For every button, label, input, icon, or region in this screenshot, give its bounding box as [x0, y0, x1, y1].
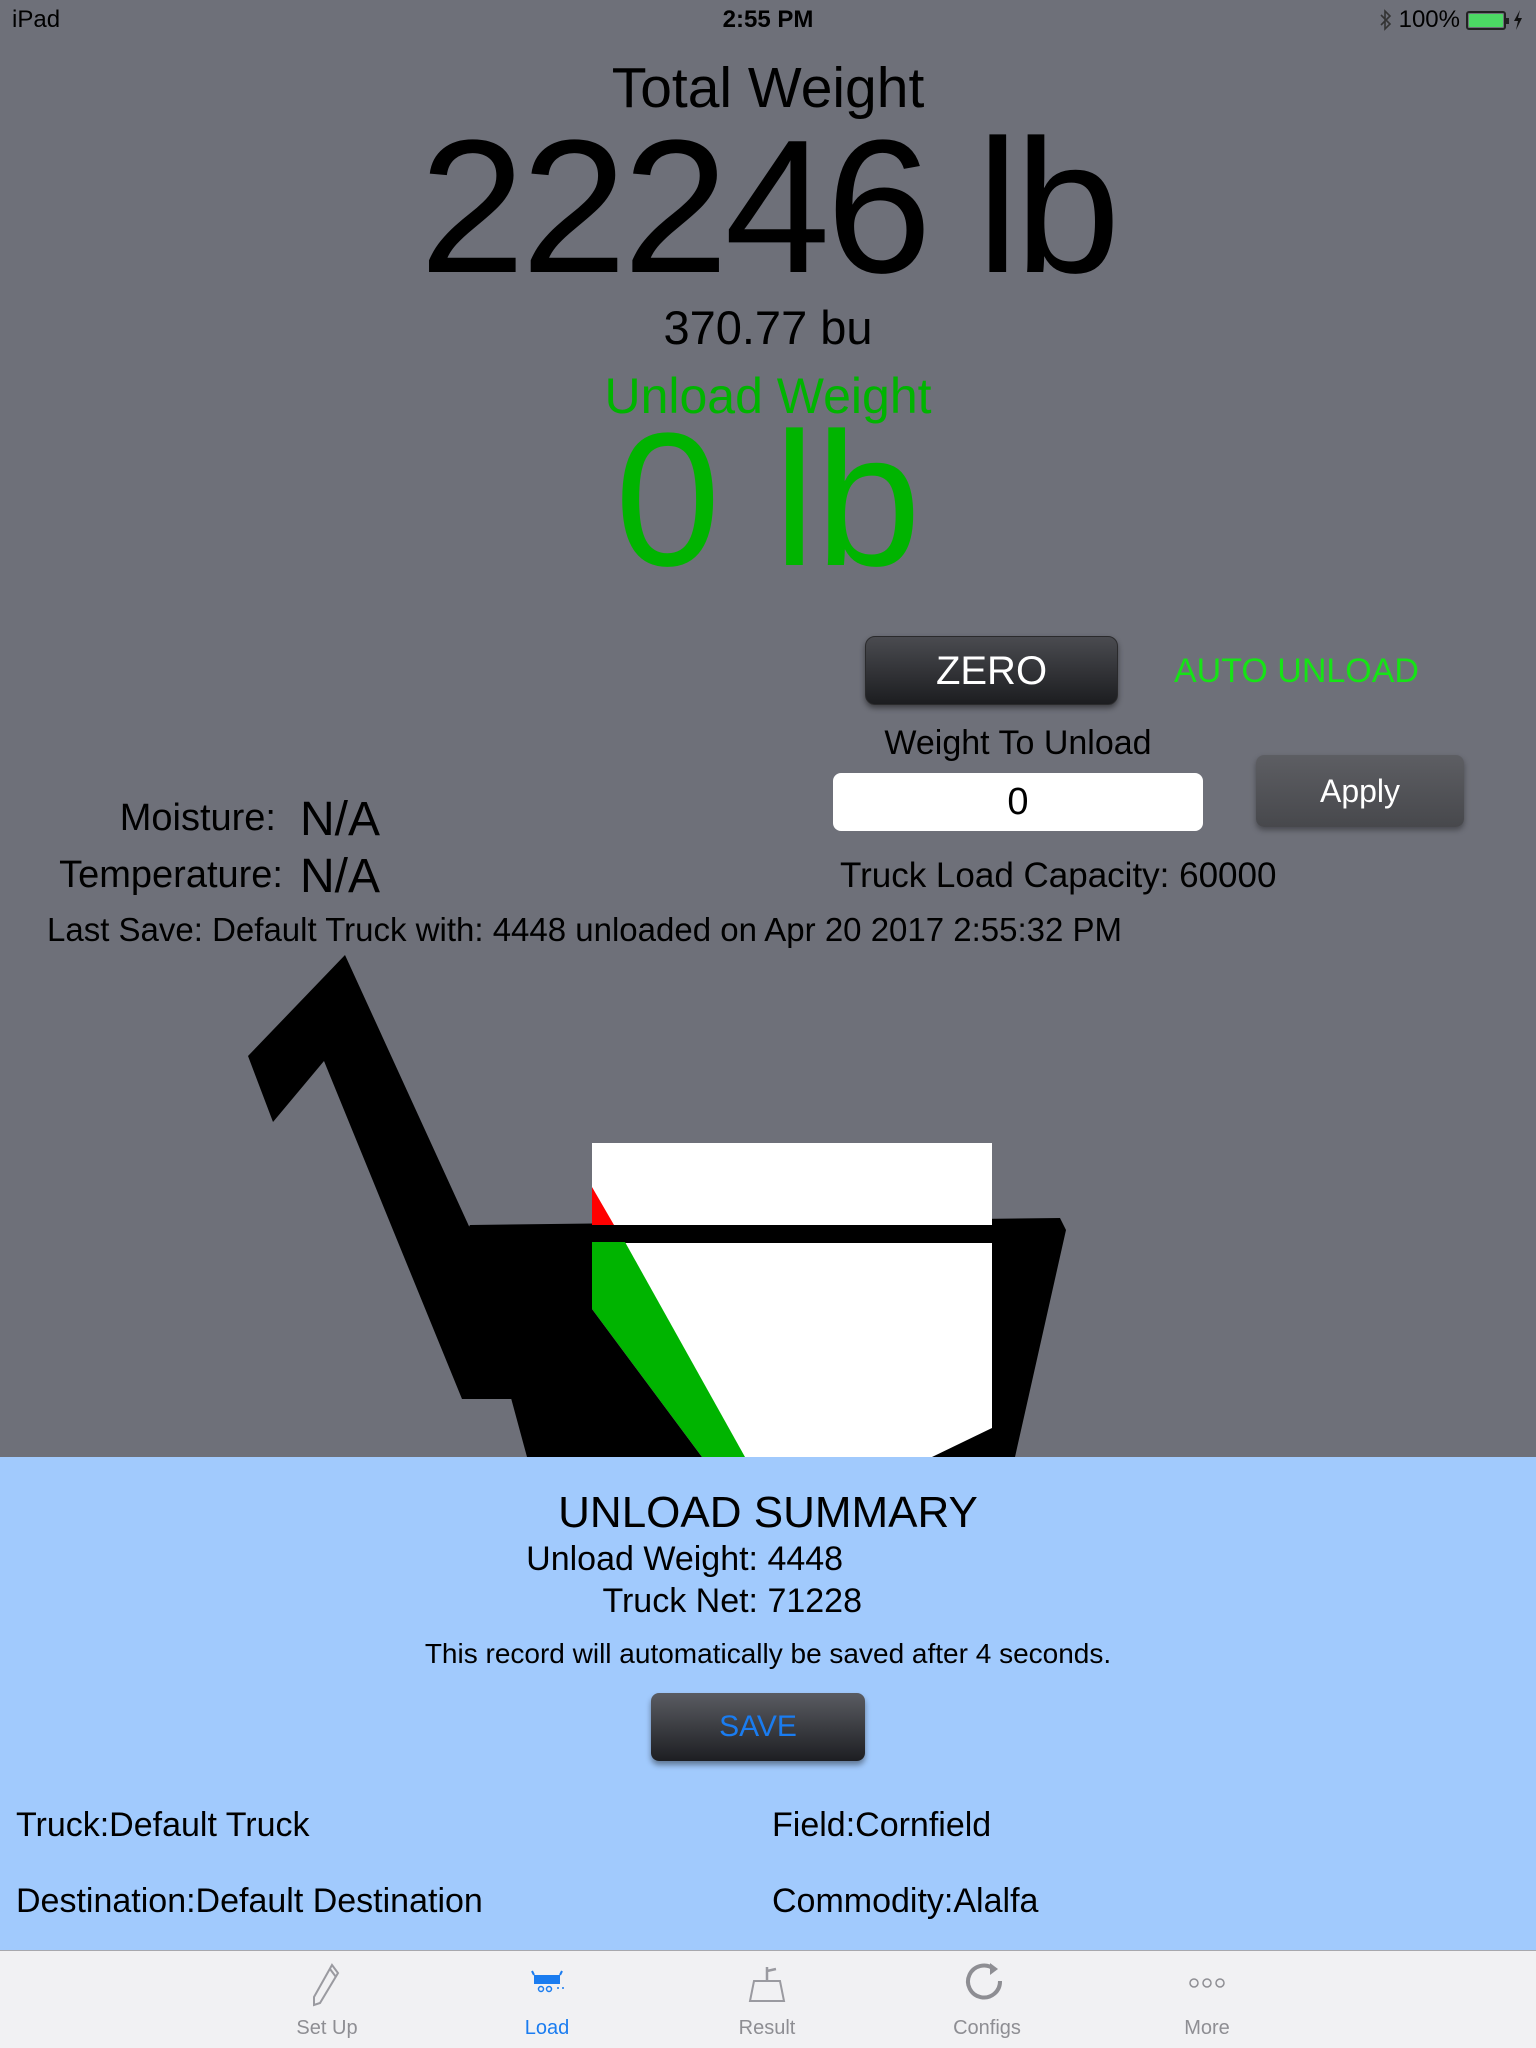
truck-info: Truck:Default Truck: [16, 1806, 310, 1844]
more-icon: [1189, 1978, 1225, 1988]
destination-info: Destination:Default Destination: [16, 1882, 483, 1920]
temperature-value: N/A: [300, 850, 381, 903]
bluetooth-icon: [1380, 9, 1391, 31]
total-weight-value: 22246 lb: [419, 101, 1120, 313]
bin-crossbar: [592, 1225, 992, 1243]
tab-bar: Set Up Load Result Configs More: [0, 1950, 1536, 2048]
status-right: 100%: [1379, 6, 1524, 34]
tab-result[interactable]: Result: [697, 1951, 837, 2048]
summary-unload-weight-value: 4448: [767, 1540, 844, 1578]
status-time: 2:55 PM: [722, 6, 814, 33]
auto-unload-button[interactable]: AUTO UNLOAD: [1174, 652, 1419, 691]
battery-level: [1469, 13, 1503, 27]
load-truck-icon: [531, 1970, 564, 1993]
bushels-value: 370.77 bu: [663, 301, 873, 354]
refresh-icon: [966, 1963, 1003, 2000]
moisture-value: N/A: [300, 793, 381, 846]
summary-unload-weight-label: Unload Weight:: [526, 1540, 758, 1578]
status-bar: iPad 2:55 PM 100%: [0, 0, 1536, 40]
weight-to-unload-input[interactable]: [833, 773, 1203, 831]
tab-load[interactable]: Load: [477, 1951, 617, 2048]
grain-cart-graphic: [248, 955, 1066, 1457]
tab-label: Load: [524, 2017, 570, 2039]
save-button[interactable]: SAVE: [651, 1693, 865, 1761]
summary-unload-weight: Unload Weight: 4448: [500, 1540, 843, 1579]
commodity-info: Commodity:Alalfa: [772, 1882, 1039, 1920]
summary-truck-net: Truck Net: 71228: [500, 1582, 862, 1621]
truck-load-capacity: Truck Load Capacity: 60000: [840, 856, 1277, 895]
scale-icon: [748, 1967, 786, 2002]
moisture-label: Moisture:: [119, 797, 276, 839]
battery-charging-icon: [1466, 10, 1509, 30]
summary-truck-net-value: 71228: [767, 1582, 862, 1620]
zero-button[interactable]: ZERO: [865, 636, 1118, 705]
tab-label: Set Up: [296, 2017, 358, 2039]
tab-label: Configs: [953, 2017, 1021, 2039]
summary-truck-net-label: Truck Net:: [602, 1582, 758, 1620]
tab-label: Result: [738, 2017, 796, 2039]
tab-more[interactable]: More: [1137, 1951, 1277, 2048]
battery-percent: 100%: [1398, 6, 1460, 33]
tab-label: More: [1184, 2017, 1230, 2039]
pencil-icon: [313, 1963, 340, 2007]
tab-set-up[interactable]: Set Up: [257, 1951, 397, 2048]
autosave-message: This record will automatically be saved …: [424, 1638, 1112, 1669]
unload-summary-title: UNLOAD SUMMARY: [558, 1488, 978, 1537]
charging-bolt-icon: [1514, 10, 1522, 30]
tab-configs[interactable]: Configs: [917, 1951, 1057, 2048]
weight-to-unload-label: Weight To Unload: [884, 724, 1152, 762]
unload-weight-value: 0 lb: [614, 394, 922, 606]
apply-button[interactable]: Apply: [1256, 755, 1464, 827]
temperature-label: Temperature:: [59, 854, 283, 896]
field-info: Field:Cornfield: [772, 1806, 992, 1844]
